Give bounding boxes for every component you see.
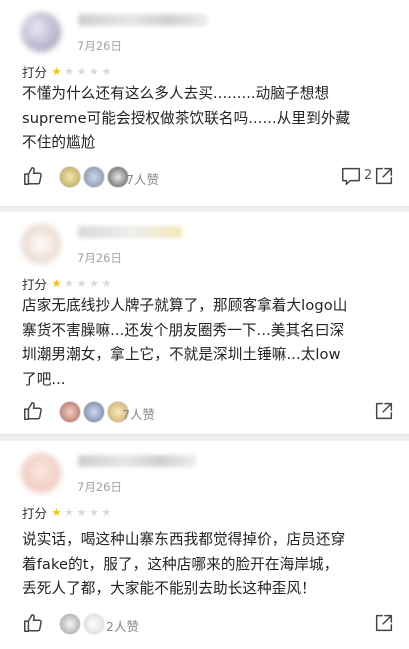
likes-count[interactable]: 7人赞 [126,169,159,188]
thumbs-up-icon[interactable] [22,612,44,638]
review-line: 不懂为什么还有这么多人去买.........动脑子想想 [22,85,330,102]
avatar[interactable] [21,224,61,264]
liker-avatars [59,613,107,635]
review-line: 不住的尴尬 [22,134,96,151]
avatar[interactable] [59,401,81,423]
rating: 打分 ★ ★ ★ ★ ★ [22,274,114,293]
avatar[interactable] [59,166,81,188]
likes-count[interactable]: 7人赞 [122,404,155,423]
action-bar: 7人赞 [22,400,395,426]
review-card: 7月26日 打分 ★ ★ ★ ★ ★ 不懂为什么还有这么多人去买........… [0,0,409,207]
rating: 打分 ★ ★ ★ ★ ★ [22,503,114,522]
review-date: 7月26日 [77,480,122,494]
review-text: 店家无底线抄人牌子就算了，那顾客拿着大logo山 寨货不害臊嘛...还发个朋友圈… [22,294,392,392]
thumbs-up-icon[interactable] [22,400,44,426]
star-empty-icon: ★ [64,506,74,519]
review-line: 说实话，喝这种山寨东西我都觉得掉价，店员还穿 [22,531,346,548]
star-empty-icon: ★ [89,277,99,290]
review-card: 7月26日 打分 ★ ★ ★ ★ ★ 说实话，喝这种山寨东西我都觉得掉价，店员还… [0,441,409,649]
star-empty-icon: ★ [76,65,87,78]
star-empty-icon: ★ [101,277,112,290]
avatar[interactable] [21,453,61,493]
review-date: 7月26日 [77,39,122,53]
review-line: 店家无底线抄人牌子就算了，那顾客拿着大logo山 [22,297,348,314]
review-line: 了吧... [22,370,66,388]
likes-count[interactable]: 2人赞 [106,616,139,635]
rating-label: 打分 [22,277,48,292]
share-icon[interactable] [373,612,395,638]
liker-avatars [59,166,131,188]
rating-label: 打分 [22,506,48,521]
avatar[interactable] [83,401,105,423]
review-line: supreme可能会授权做茶饮联名吗......从里到外藏 [22,109,351,127]
star-rating: ★ ★ ★ ★ ★ [51,278,114,289]
star-empty-icon: ★ [64,65,74,78]
username[interactable] [78,226,182,238]
avatar[interactable] [59,613,81,635]
rating: 打分 ★ ★ ★ ★ ★ [22,62,114,81]
star-rating: ★ ★ ★ ★ ★ [51,507,114,518]
review-line: 着fake的t，服了，这种店哪来的脸开在海岸城， [22,555,339,573]
review-text: 说实话，喝这种山寨东西我都觉得掉价，店员还穿 着fake的t，服了，这种店哪来的… [22,528,392,602]
thumbs-up-icon[interactable] [22,165,44,191]
share-icon[interactable] [373,165,395,191]
review-line: 圳潮男潮女，拿上它，不就是深圳土锤嘛...太low [22,346,341,363]
username[interactable] [78,455,196,467]
review-text: 不懂为什么还有这么多人去买.........动脑子想想 supreme可能会授权… [22,82,392,156]
review-card: 7月26日 打分 ★ ★ ★ ★ ★ 店家无底线抄人牌子就算了，那顾客拿着大lo… [0,212,409,435]
action-bar: 7人赞 2 [22,165,395,191]
star-filled-icon: ★ [51,65,62,78]
star-empty-icon: ★ [89,506,99,519]
username[interactable] [78,14,208,26]
comment-icon[interactable] [340,165,362,191]
review-line: 丢死人了都，大家能不能别去助长这种歪风！ [22,580,316,597]
star-rating: ★ ★ ★ ★ ★ [51,66,114,77]
review-date: 7月26日 [77,251,122,265]
star-empty-icon: ★ [101,65,112,78]
rating-label: 打分 [22,65,48,80]
star-empty-icon: ★ [64,277,74,290]
review-line: 寨货不害臊嘛...还发个朋友圈秀一下...美其名曰深 [22,321,345,339]
avatar[interactable] [83,166,105,188]
comment-count[interactable]: 2 [364,168,372,183]
action-bar: 2人赞 [22,612,395,638]
avatar[interactable] [21,12,61,52]
star-empty-icon: ★ [76,506,87,519]
star-empty-icon: ★ [89,65,99,78]
share-icon[interactable] [373,400,395,426]
star-empty-icon: ★ [76,277,87,290]
star-filled-icon: ★ [51,506,62,519]
avatar[interactable] [83,613,105,635]
liker-avatars [59,401,131,423]
star-empty-icon: ★ [101,506,112,519]
star-filled-icon: ★ [51,277,62,290]
